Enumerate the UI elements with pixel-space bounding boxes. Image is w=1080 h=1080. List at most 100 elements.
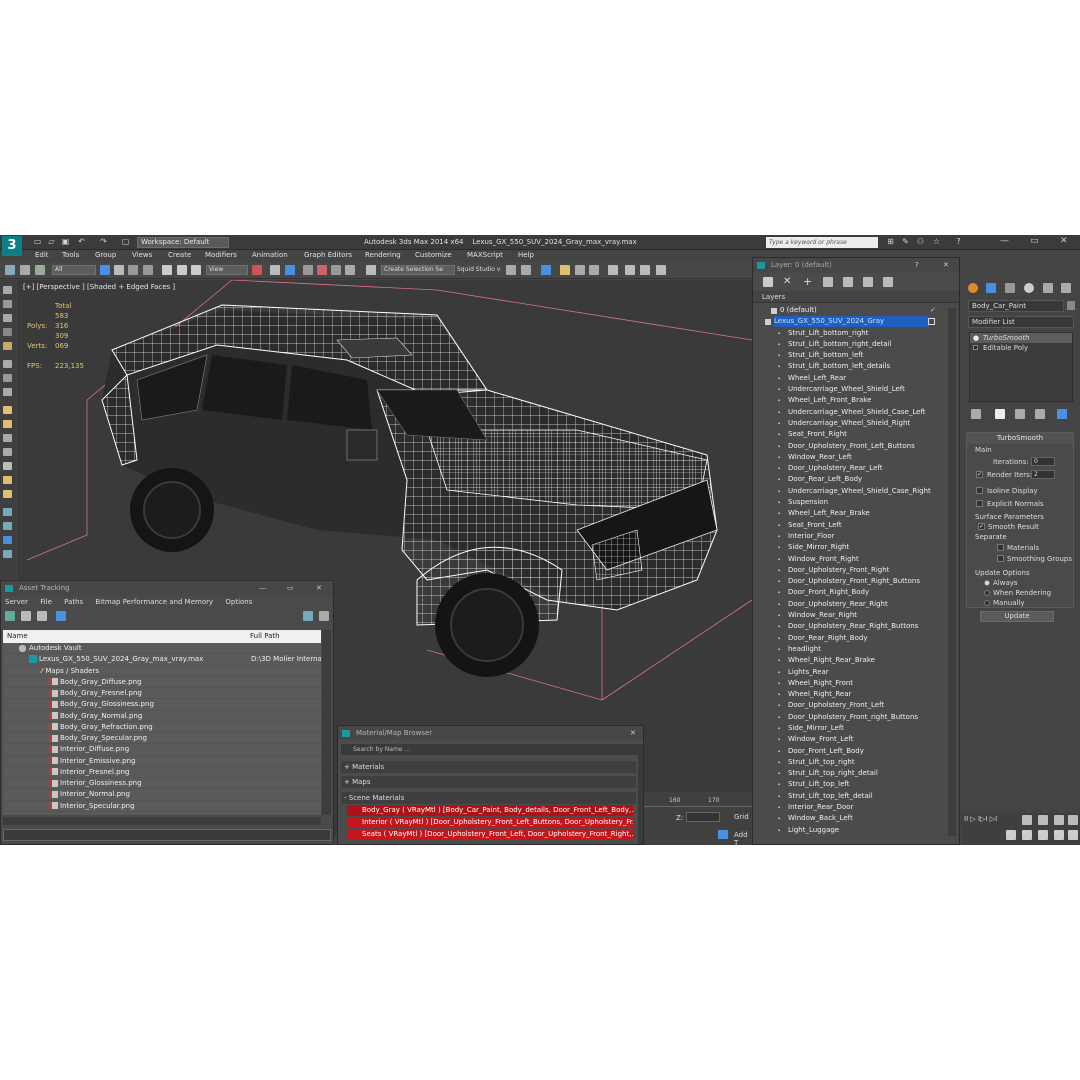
turbosmooth-rollout-title[interactable]: TurboSmooth	[967, 433, 1073, 444]
layer-active-toggle[interactable]	[928, 318, 935, 326]
open-file-icon[interactable]: ▱	[46, 237, 57, 247]
materials-checkbox[interactable]	[997, 544, 1004, 551]
close-icon[interactable]: ✕	[316, 581, 322, 596]
configure-sets-icon[interactable]	[1057, 409, 1067, 419]
layer-object-row[interactable]: ⬩ Suspension	[758, 497, 951, 508]
render-iters-spinner[interactable]: 2	[1031, 470, 1055, 479]
material-search-input[interactable]: Search by Name ...	[341, 744, 639, 755]
explicit-normals-checkbox[interactable]	[976, 500, 983, 507]
align-icon[interactable]	[521, 265, 531, 275]
named-selection-dropdown[interactable]: Create Selection Se	[381, 265, 455, 275]
menu-bitmap-performance[interactable]: Bitmap Performance and Memory	[95, 598, 213, 606]
layer-object-row[interactable]: ⬩ Door_Upholstery_Rear_Right	[758, 599, 951, 610]
add-time-tag[interactable]: Add T	[734, 831, 752, 845]
materials-section[interactable]: + Materials	[341, 761, 636, 773]
mirror-icon[interactable]	[506, 265, 516, 275]
checkmark-icon[interactable]: ✓	[930, 305, 936, 316]
folder-row[interactable]: ⁄⁄ Maps / Shaders	[3, 666, 321, 677]
window-crossing-icon[interactable]	[143, 265, 153, 275]
material-interior[interactable]: Interior ( VRayMtl ) [Door_Upholstery_Fr…	[347, 817, 633, 828]
menu-animation[interactable]: Animation	[252, 251, 288, 259]
tool-icon[interactable]	[3, 536, 12, 544]
animation-play-controls[interactable]: II ▷ I▷I ▷I	[964, 815, 997, 823]
tool-icon[interactable]	[3, 434, 12, 442]
close-icon[interactable]: ✕	[943, 258, 949, 273]
menu-create[interactable]: Create	[168, 251, 191, 259]
layer-object-row[interactable]: ⬩ Wheel_Right_Rear_Brake	[758, 655, 951, 666]
pivot-icon[interactable]	[252, 265, 262, 275]
create-layer-icon[interactable]	[763, 277, 773, 287]
close-icon[interactable]: ✕	[630, 726, 636, 740]
asset-file-row[interactable]: Body_Gray_Diffuse.png	[3, 677, 321, 688]
material-editor-icon[interactable]	[608, 265, 618, 275]
layer-object-row[interactable]: ⬩ Seat_Front_Right	[758, 429, 951, 440]
layer-object-row[interactable]: ⬩ Seat_Front_Left	[758, 520, 951, 531]
selection-filter-dropdown[interactable]: All	[52, 265, 96, 275]
link-icon[interactable]	[5, 265, 15, 275]
asset-file-row[interactable]: Body_Gray_Normal.png	[3, 711, 321, 722]
layer-object-row[interactable]: ⬩ Strut_Lift_bottom_left	[758, 350, 951, 361]
user-icon[interactable]: ⚇	[915, 237, 926, 247]
freeze-all-icon[interactable]	[883, 277, 893, 287]
menu-modifiers[interactable]: Modifiers	[205, 251, 237, 259]
layer-row-active[interactable]: Lexus_GX_550_SUV_2024_Gray	[758, 316, 951, 328]
tool-icon[interactable]	[3, 406, 12, 414]
minimize-icon[interactable]: —	[1000, 236, 1009, 246]
iterations-spinner[interactable]: 0	[1031, 457, 1055, 466]
tool-icon[interactable]	[3, 522, 12, 530]
layer-object-row[interactable]: ⬩ Strut_Lift_top_left	[758, 779, 951, 790]
menu-graph-editors[interactable]: Graph Editors	[304, 251, 352, 259]
tool-icon[interactable]	[3, 490, 12, 498]
rotate-icon[interactable]	[177, 265, 187, 275]
tool-icon[interactable]	[3, 314, 12, 322]
menu-paths[interactable]: Paths	[64, 598, 83, 606]
layer-object-row[interactable]: ⬩ Light_Luggage	[758, 825, 951, 836]
delete-layer-icon[interactable]: ✕	[783, 277, 793, 287]
object-color-swatch[interactable]	[1067, 301, 1075, 310]
layer-object-row[interactable]: ⬩ Strut_Lift_bottom_left_details	[758, 361, 951, 372]
layer-object-row[interactable]: ⬩ Window_Rear_Right	[758, 610, 951, 621]
layer-object-row[interactable]: ⬩ Interior_Rear_Door	[758, 802, 951, 813]
layer-manager-icon[interactable]	[541, 265, 551, 275]
render-setup-icon[interactable]	[625, 265, 635, 275]
tool-icon[interactable]	[3, 300, 12, 308]
maps-section[interactable]: + Maps	[341, 776, 636, 788]
layer-object-row[interactable]: ⬩ Door_Upholstery_Front_Right	[758, 565, 951, 576]
tool-icon[interactable]	[3, 476, 12, 484]
asset-file-row[interactable]: Interior_Fresnel.png	[3, 767, 321, 778]
scale-icon[interactable]	[191, 265, 201, 275]
pan-icon[interactable]	[1038, 830, 1048, 840]
key-mode-icon[interactable]	[1022, 815, 1032, 825]
settings-icon[interactable]	[319, 611, 329, 621]
layer-object-row[interactable]: ⬩ Strut_Lift_top_right	[758, 757, 951, 768]
menu-options[interactable]: Options	[225, 598, 252, 606]
tools-icon[interactable]: ✎	[900, 237, 911, 247]
layer-object-row[interactable]: ⬩ Strut_Lift_top_left_detail	[758, 791, 951, 802]
layer-object-row[interactable]: ⬩ Door_Upholstery_Rear_Left	[758, 463, 951, 474]
layer-object-row[interactable]: ⬩ Window_Rear_Left	[758, 452, 951, 463]
tool-icon[interactable]	[3, 342, 12, 350]
object-name-field[interactable]: Body_Car_Paint	[968, 300, 1064, 312]
curve-editor-icon[interactable]	[575, 265, 585, 275]
z-coord-field[interactable]	[686, 812, 720, 822]
add-to-layer-icon[interactable]: +	[803, 276, 813, 287]
app-logo-icon[interactable]: 3	[2, 236, 22, 256]
layers-column-header[interactable]: Layers	[753, 291, 959, 303]
material-browser-scrollbar[interactable]	[638, 744, 643, 844]
layer-object-row[interactable]: ⬩ Door_Upholstery_Front_Left_Buttons	[758, 441, 951, 452]
orbit-icon[interactable]	[1054, 830, 1064, 840]
menu-customize[interactable]: Customize	[415, 251, 452, 259]
maximize-toggle-icon[interactable]	[1068, 830, 1078, 840]
layer-object-row[interactable]: ⬩ Interior_Floor	[758, 531, 951, 542]
angle-snap-icon[interactable]	[317, 265, 327, 275]
menu-server[interactable]: Server	[5, 598, 28, 606]
modifier-list-dropdown[interactable]: Modifier List	[968, 316, 1074, 328]
hierarchy-tab-icon[interactable]	[1005, 283, 1015, 293]
lightbulb-icon[interactable]: ●	[973, 333, 979, 343]
asset-file-row[interactable]: Body_Gray_Specular.png	[3, 733, 321, 745]
save-file-icon[interactable]: ▣	[60, 237, 71, 247]
rect-selection-icon[interactable]	[128, 265, 138, 275]
when-rendering-radio[interactable]	[984, 590, 990, 596]
close-icon[interactable]: ✕	[1060, 236, 1068, 246]
render-production-icon[interactable]	[656, 265, 666, 275]
